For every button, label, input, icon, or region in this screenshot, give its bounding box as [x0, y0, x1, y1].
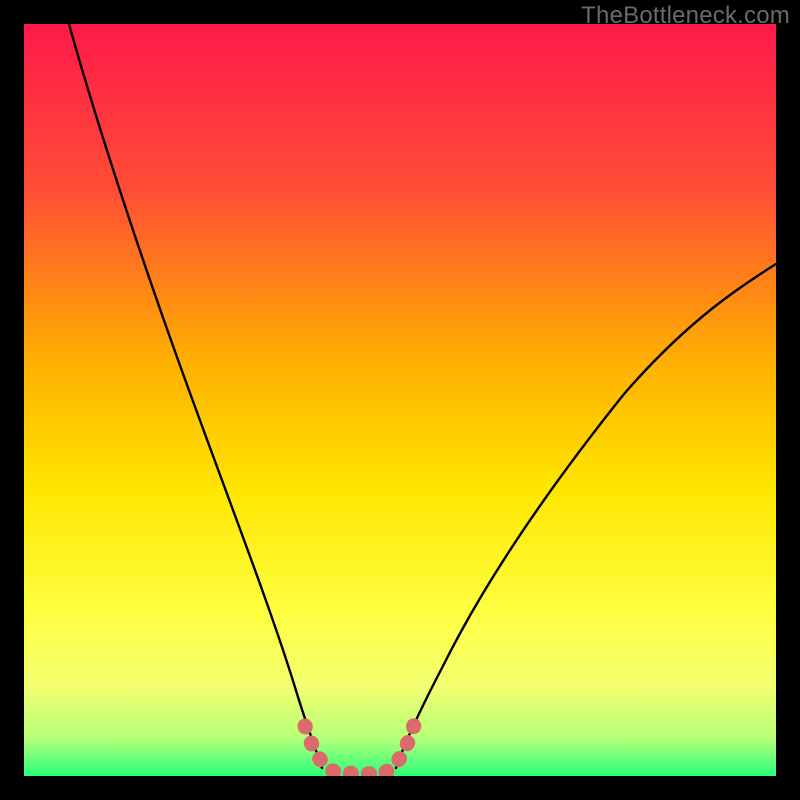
chart-frame: TheBottleneck.com	[0, 0, 800, 800]
gradient-background	[24, 24, 776, 776]
bottleneck-chart	[24, 24, 776, 776]
watermark-text: TheBottleneck.com	[581, 2, 790, 30]
